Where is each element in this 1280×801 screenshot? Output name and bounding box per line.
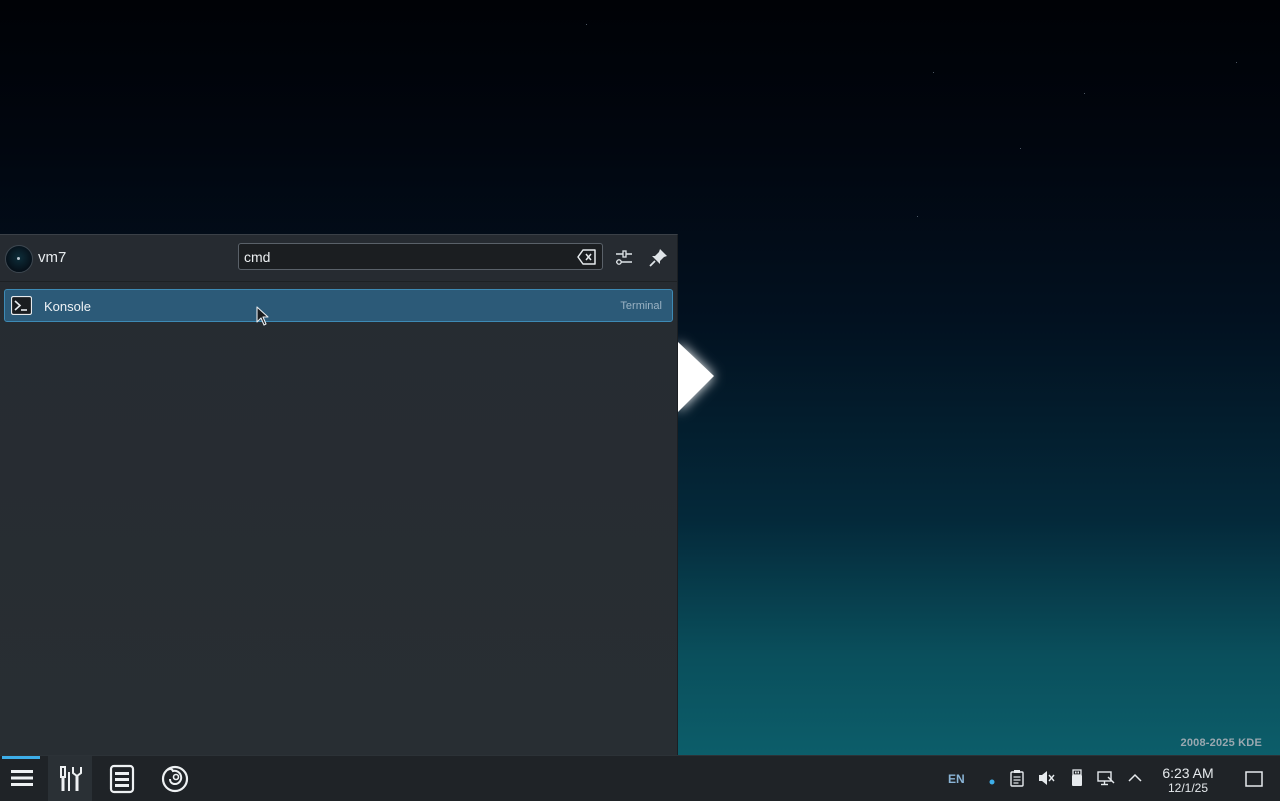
clear-search-icon[interactable] xyxy=(577,248,597,266)
keyboard-layout-indicator[interactable]: EN xyxy=(948,772,965,786)
volume-muted-icon[interactable] xyxy=(1037,769,1055,787)
chevron-up-icon[interactable] xyxy=(1126,769,1144,787)
clock-time[interactable]: 6:23 AM xyxy=(1152,765,1224,781)
active-indicator xyxy=(2,756,40,759)
dolphin-file-manager-icon xyxy=(109,764,135,794)
removable-device-icon[interactable] xyxy=(1068,769,1086,787)
terminal-icon xyxy=(11,296,32,315)
result-description: Terminal xyxy=(620,300,662,312)
search-field[interactable] xyxy=(238,243,603,270)
launcher-header: vm7 xyxy=(0,235,677,282)
clipboard-icon[interactable] xyxy=(1008,769,1026,787)
taskbar-firefox[interactable] xyxy=(152,756,196,801)
taskbar-system-settings[interactable] xyxy=(48,756,92,801)
system-settings-icon xyxy=(60,766,82,791)
show-desktop-icon[interactable] xyxy=(1245,770,1263,788)
configure-sliders-icon[interactable] xyxy=(613,247,635,269)
search-input[interactable] xyxy=(244,247,564,267)
taskbar-panel: EN 6:23 AM 12/1/25 xyxy=(0,755,1280,801)
pin-icon[interactable] xyxy=(647,247,669,269)
application-launcher-button[interactable] xyxy=(0,756,44,801)
application-menu-icon xyxy=(11,770,33,786)
mouse-cursor-icon xyxy=(256,306,269,326)
firefox-icon xyxy=(161,765,189,793)
notification-dot-icon[interactable] xyxy=(983,769,1001,787)
result-name: Konsole xyxy=(44,299,91,314)
kde-copyright-watermark: 2008-2025 KDE xyxy=(1180,737,1262,749)
clock-date[interactable]: 12/1/25 xyxy=(1152,781,1224,795)
network-wired-icon[interactable] xyxy=(1097,769,1115,787)
application-launcher: vm7 Konsole Terminal xyxy=(0,234,678,756)
taskbar-dolphin[interactable] xyxy=(100,756,144,801)
search-result-konsole[interactable]: Konsole Terminal xyxy=(4,289,673,322)
user-avatar[interactable] xyxy=(5,245,33,273)
username-label: vm7 xyxy=(38,249,67,266)
